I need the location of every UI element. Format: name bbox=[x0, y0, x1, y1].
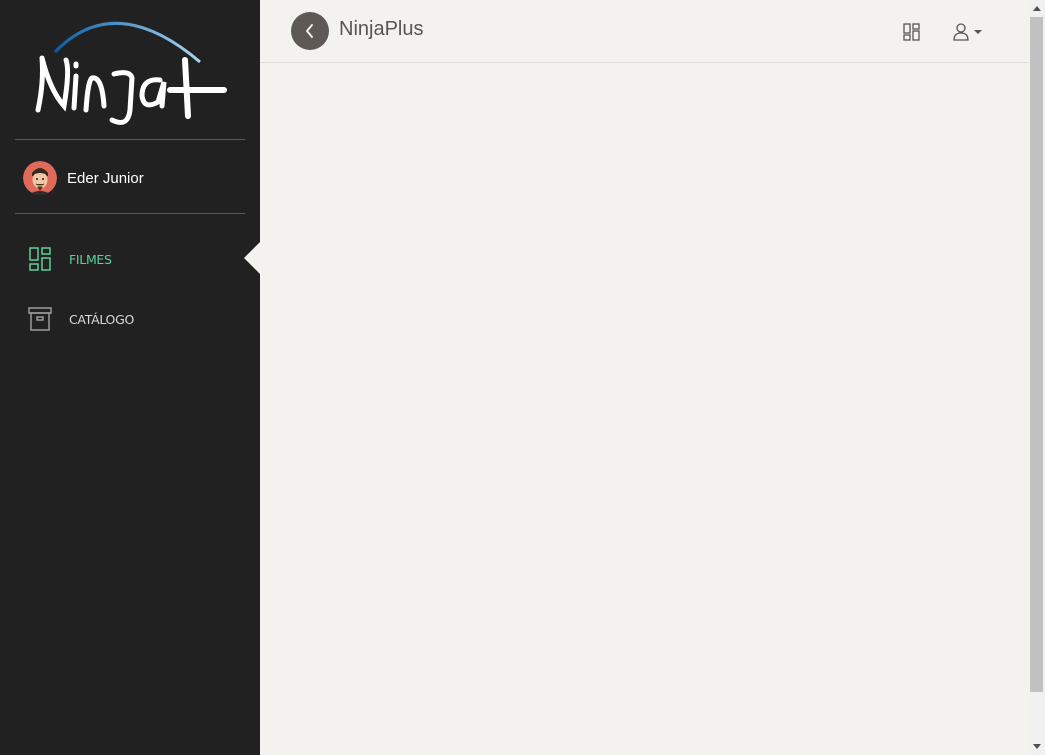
sidebar-item-catalogo[interactable]: CATÁLOGO bbox=[28, 306, 134, 332]
dashboard-icon bbox=[28, 246, 52, 272]
sidebar-item-filmes[interactable]: FILMES bbox=[28, 246, 112, 272]
user-menu-button[interactable] bbox=[953, 22, 985, 42]
avatar bbox=[23, 161, 57, 195]
page-title: NinjaPlus bbox=[339, 18, 424, 40]
archive-box-icon bbox=[28, 306, 52, 332]
dashboard-icon bbox=[903, 23, 920, 41]
sidebar-divider bbox=[15, 139, 245, 140]
top-navbar: NinjaPlus bbox=[260, 0, 1028, 63]
profile-name: Eder Junior bbox=[67, 169, 144, 187]
active-indicator bbox=[244, 242, 260, 274]
chevron-left-icon bbox=[306, 24, 313, 38]
back-button[interactable] bbox=[291, 12, 329, 50]
sidebar-item-label: FILMES bbox=[69, 251, 112, 267]
sidebar: Eder Junior FILMES CATÁLOGO bbox=[0, 0, 260, 755]
vertical-scrollbar[interactable] bbox=[1028, 0, 1045, 755]
dashboard-button[interactable] bbox=[903, 23, 921, 41]
scroll-up-arrow-icon[interactable] bbox=[1028, 0, 1045, 17]
caret-down-icon bbox=[974, 30, 982, 34]
scroll-down-arrow-icon[interactable] bbox=[1028, 738, 1045, 755]
sidebar-divider bbox=[15, 213, 245, 214]
user-icon bbox=[953, 23, 969, 41]
user-profile[interactable]: Eder Junior bbox=[23, 161, 144, 195]
scrollbar-thumb[interactable] bbox=[1030, 17, 1043, 692]
ninja-plus-logo[interactable] bbox=[30, 10, 230, 130]
sidebar-item-label: CATÁLOGO bbox=[69, 311, 135, 327]
